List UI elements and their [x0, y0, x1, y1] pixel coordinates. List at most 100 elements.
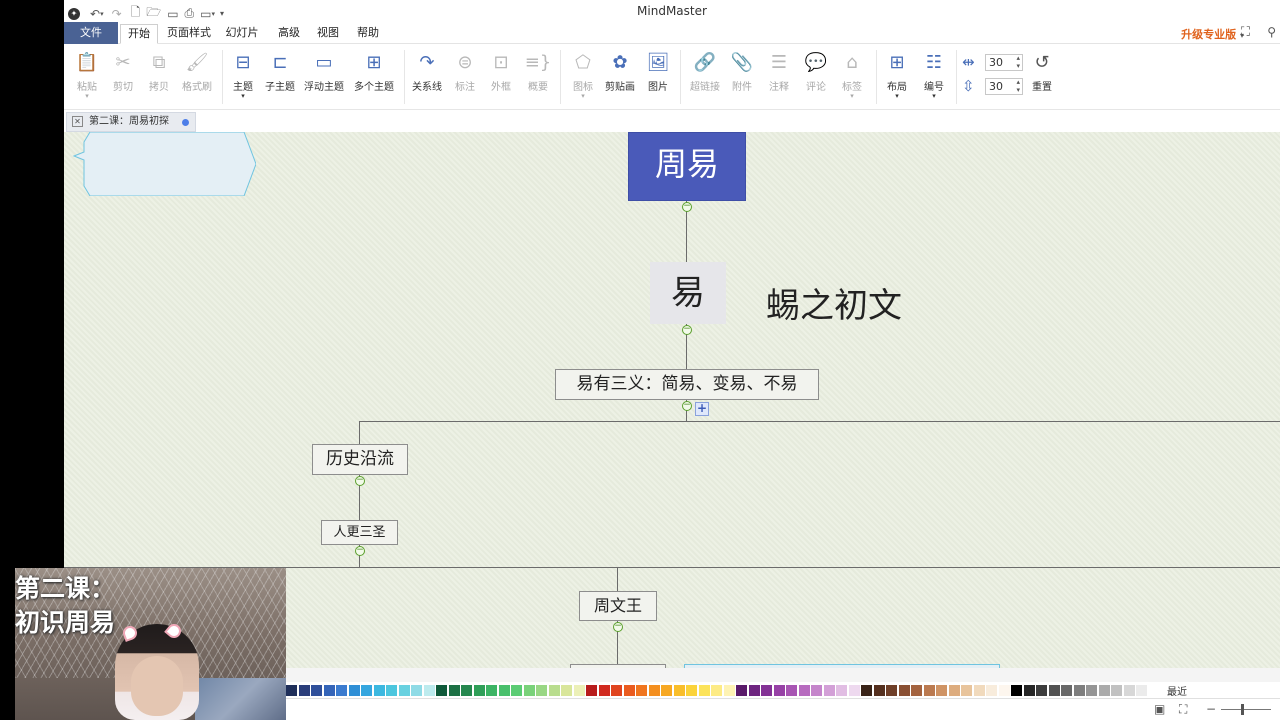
color-swatch[interactable]: [611, 684, 622, 696]
layout-button[interactable]: ⊞ 布局 ▾: [877, 50, 917, 100]
callout-button[interactable]: ⊜ 标注: [445, 50, 485, 93]
color-swatch[interactable]: [398, 684, 410, 696]
tab-file[interactable]: 文件: [64, 22, 118, 44]
vertical-spacing-input[interactable]: 30 ▴ ▾: [985, 78, 1023, 95]
color-swatch[interactable]: [1023, 684, 1035, 696]
color-swatch[interactable]: [961, 684, 972, 696]
color-swatch[interactable]: [936, 684, 947, 696]
hyperlink-button[interactable]: 🔗 超链接: [685, 50, 725, 93]
color-swatch[interactable]: [1111, 684, 1122, 696]
color-swatch[interactable]: [1048, 684, 1060, 696]
color-swatch[interactable]: [548, 684, 560, 696]
color-swatch[interactable]: [486, 684, 497, 696]
color-swatch[interactable]: [948, 684, 960, 696]
color-swatch[interactable]: [761, 684, 772, 696]
zoom-slider-thumb[interactable]: [1241, 704, 1244, 715]
color-swatch[interactable]: [286, 684, 297, 696]
copy-button[interactable]: ⧉ 拷贝: [139, 50, 179, 93]
color-swatch[interactable]: [1061, 684, 1072, 696]
color-swatch[interactable]: [911, 684, 922, 696]
collapse-icon[interactable]: −: [613, 622, 623, 632]
icon-button[interactable]: ⬠ 图标 ▾: [563, 50, 603, 100]
color-swatch[interactable]: [723, 684, 735, 696]
fullscreen-view-icon[interactable]: ⛶: [1179, 702, 1187, 717]
subtopic-button[interactable]: ⊏ 子主题: [260, 50, 300, 93]
cut-button[interactable]: ✂ 剪切: [103, 50, 143, 93]
color-swatch[interactable]: [1098, 684, 1110, 696]
color-swatch[interactable]: [586, 684, 597, 696]
comment-button[interactable]: 💬 评论: [796, 50, 836, 93]
numbering-button[interactable]: ☷ 编号 ▾: [914, 50, 954, 100]
color-swatch[interactable]: [973, 684, 985, 696]
fullscreen-icon[interactable]: ⛶: [1241, 25, 1250, 40]
add-subtopic-icon[interactable]: +: [695, 402, 709, 416]
summary-button[interactable]: ≡} 概要: [518, 50, 558, 93]
color-swatch[interactable]: [1148, 684, 1160, 696]
color-swatch[interactable]: [873, 684, 885, 696]
color-swatch[interactable]: [461, 684, 472, 696]
paste-button[interactable]: 📋 粘贴 ▾: [67, 50, 107, 100]
tab-home[interactable]: 开始: [120, 24, 158, 44]
color-swatch[interactable]: [736, 684, 747, 696]
color-swatch[interactable]: [573, 684, 585, 696]
collapse-icon[interactable]: −: [682, 325, 692, 335]
color-swatch[interactable]: [848, 684, 860, 696]
color-swatch[interactable]: [423, 684, 435, 696]
color-swatch[interactable]: [336, 684, 347, 696]
color-swatch[interactable]: [898, 684, 910, 696]
zoom-out-icon[interactable]: −: [1206, 702, 1216, 716]
color-swatch[interactable]: [1136, 684, 1147, 696]
color-swatch[interactable]: [861, 684, 872, 696]
multiple-topics-button[interactable]: ⊞ 多个主题: [354, 50, 394, 93]
spinner-arrows-icon[interactable]: ▴ ▾: [1016, 54, 1020, 70]
collapse-icon[interactable]: −: [682, 401, 692, 411]
picture-button[interactable]: 🖼 图片: [638, 50, 678, 93]
topic-history[interactable]: 历史沿流: [312, 444, 408, 475]
color-swatch[interactable]: [448, 684, 460, 696]
topic-three-saints[interactable]: 人更三圣: [321, 520, 398, 545]
color-swatch[interactable]: [411, 684, 422, 696]
topic-yi[interactable]: 易: [650, 262, 726, 324]
tag-button[interactable]: ⌂ 标签 ▾: [832, 50, 872, 100]
color-swatch[interactable]: [623, 684, 635, 696]
color-swatch[interactable]: [686, 684, 697, 696]
color-swatch[interactable]: [361, 684, 372, 696]
color-swatch[interactable]: [311, 684, 322, 696]
color-swatch[interactable]: [1073, 684, 1085, 696]
color-swatch[interactable]: [711, 684, 722, 696]
color-swatch[interactable]: [348, 684, 360, 696]
color-swatch[interactable]: [748, 684, 760, 696]
color-swatch[interactable]: [786, 684, 797, 696]
color-swatch[interactable]: [886, 684, 897, 696]
color-swatch[interactable]: [1086, 684, 1097, 696]
reset-button[interactable]: ↺ 重置: [1022, 50, 1062, 93]
horizontal-spacing-input[interactable]: 30 ▴ ▾: [985, 54, 1023, 71]
floating-topic-button[interactable]: ▭ 浮动主题: [304, 50, 344, 93]
color-swatch[interactable]: [698, 684, 710, 696]
spinner-arrows-icon[interactable]: ▴ ▾: [1016, 78, 1020, 94]
topic-three-meanings[interactable]: 易有三义：简易、变易、不易: [555, 369, 819, 400]
color-swatch[interactable]: [386, 684, 397, 696]
color-swatch[interactable]: [811, 684, 822, 696]
collapse-icon[interactable]: −: [355, 476, 365, 486]
color-swatch[interactable]: [561, 684, 572, 696]
color-swatch[interactable]: [823, 684, 835, 696]
color-swatch[interactable]: [436, 684, 447, 696]
attachment-button[interactable]: 📎 附件: [722, 50, 762, 93]
tab-view[interactable]: 视图: [310, 24, 346, 44]
color-swatch[interactable]: [798, 684, 810, 696]
color-swatch[interactable]: [511, 684, 522, 696]
callout-text[interactable]: 蜴之初文: [754, 284, 914, 328]
color-swatch[interactable]: [323, 684, 335, 696]
color-swatch[interactable]: [1123, 684, 1135, 696]
color-swatch[interactable]: [1011, 684, 1022, 696]
tab-slideshow[interactable]: 幻灯片: [222, 24, 262, 44]
color-swatch[interactable]: [923, 684, 935, 696]
pin-icon[interactable]: ⚲: [1267, 25, 1276, 39]
color-swatch[interactable]: [998, 684, 1010, 696]
color-swatch[interactable]: [773, 684, 785, 696]
relationship-button[interactable]: ↷ 关系线: [407, 50, 447, 93]
color-swatch[interactable]: [836, 684, 847, 696]
fit-page-icon[interactable]: ▣: [1154, 702, 1165, 716]
collapse-icon[interactable]: −: [682, 202, 692, 212]
